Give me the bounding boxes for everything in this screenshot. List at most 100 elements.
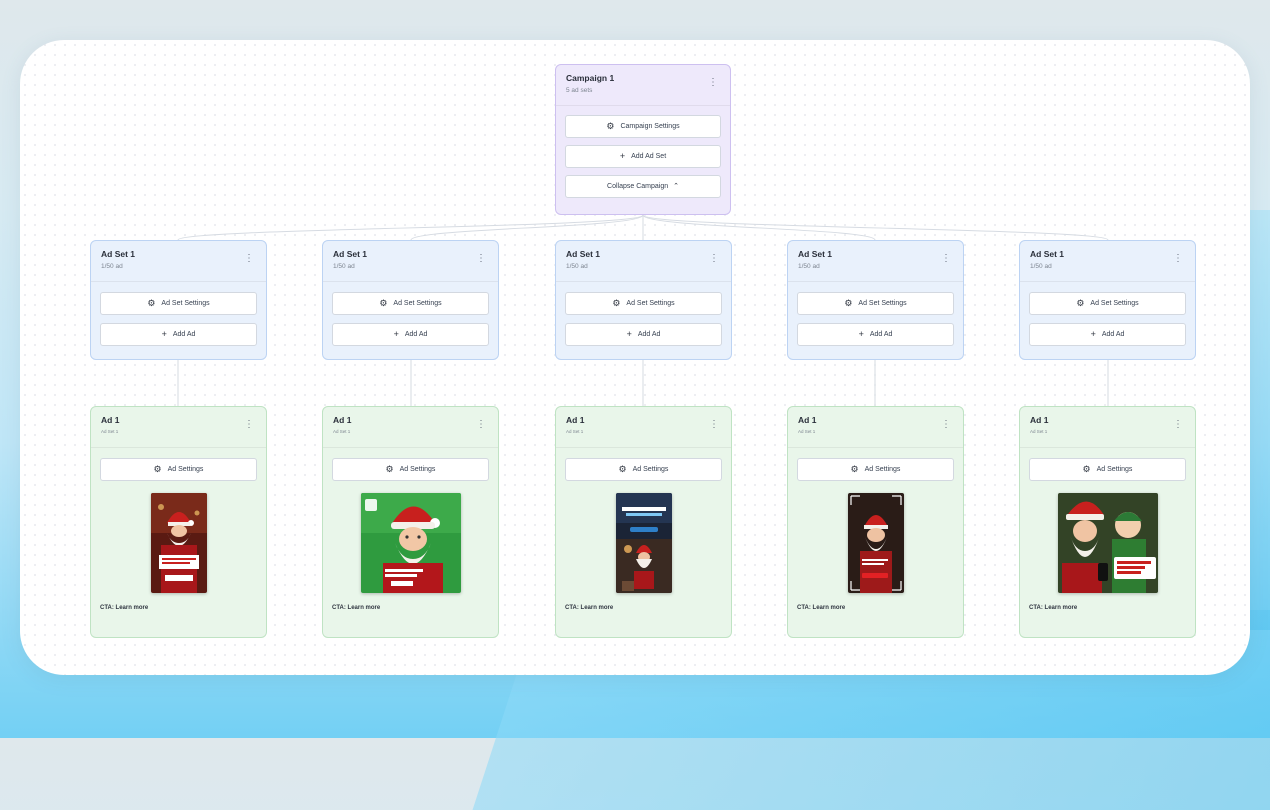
- add-ad-label: Add Ad: [404, 331, 428, 338]
- ad-set-header: Ad Set 1 1/50 ad ⋮: [1020, 241, 1195, 281]
- campaign-header: Campaign 1 5 ad sets ⋮: [556, 65, 730, 105]
- ad-subtitle: Ad Set 1: [798, 429, 816, 434]
- ad-creative-image[interactable]: [1057, 493, 1158, 593]
- ad-set-node[interactable]: Ad Set 1 1/50 ad ⋮ ⚙ Ad Set Settings + A…: [787, 240, 964, 360]
- ad-settings-button[interactable]: ⚙ Ad Settings: [797, 458, 954, 481]
- ad-set-subtitle: 1/50 ad: [101, 263, 123, 270]
- add-ad-button[interactable]: + Add Ad: [332, 323, 489, 346]
- ad-set-header: Ad Set 1 1/50 ad ⋮: [788, 241, 963, 281]
- kebab-menu-icon[interactable]: ⋮: [1173, 420, 1183, 430]
- kebab-menu-icon[interactable]: ⋮: [941, 420, 951, 430]
- ad-node[interactable]: Ad 1 Ad Set 1 ⋮ ⚙ Ad Settings CTA: Learn…: [1019, 406, 1196, 638]
- campaign-title: Campaign 1: [566, 73, 615, 83]
- ad-creative-image[interactable]: [150, 493, 207, 593]
- campaign-settings-button[interactable]: ⚙ Campaign Settings: [565, 115, 721, 138]
- ad-settings-label: Ad Settings: [864, 466, 901, 473]
- ad-set-header: Ad Set 1 1/50 ad ⋮: [91, 241, 266, 281]
- kebab-menu-icon[interactable]: ⋮: [476, 420, 486, 430]
- ad-set-settings-label: Ad Set Settings: [161, 300, 210, 307]
- gear-icon: ⚙: [618, 464, 627, 474]
- ad-set-subtitle: 1/50 ad: [566, 263, 588, 270]
- ad-settings-label: Ad Settings: [1096, 466, 1133, 473]
- campaign-settings-label: Campaign Settings: [620, 123, 680, 130]
- add-ad-button[interactable]: + Add Ad: [100, 323, 257, 346]
- ad-settings-button[interactable]: ⚙ Ad Settings: [100, 458, 257, 481]
- ad-title: Ad 1: [798, 415, 817, 425]
- ad-set-settings-button[interactable]: ⚙ Ad Set Settings: [1029, 292, 1186, 315]
- add-ad-set-label: Add Ad Set: [631, 153, 667, 160]
- ad-cta: CTA: Learn more: [1029, 605, 1078, 611]
- kebab-menu-icon[interactable]: ⋮: [941, 254, 951, 264]
- ad-set-settings-button[interactable]: ⚙ Ad Set Settings: [797, 292, 954, 315]
- ad-set-settings-label: Ad Set Settings: [393, 300, 442, 307]
- ad-set-settings-label: Ad Set Settings: [1090, 300, 1139, 307]
- gear-icon: ⚙: [385, 464, 394, 474]
- ad-title: Ad 1: [1030, 415, 1049, 425]
- plus-icon: +: [161, 329, 167, 339]
- ad-node[interactable]: Ad 1 Ad Set 1 ⋮ ⚙ Ad Settings CTA: Learn…: [555, 406, 732, 638]
- plus-icon: +: [626, 329, 632, 339]
- kebab-menu-icon[interactable]: ⋮: [1173, 254, 1183, 264]
- ad-set-actions: ⚙ Ad Set Settings + Add Ad: [91, 281, 266, 346]
- ad-set-actions: ⚙ Ad Set Settings + Add Ad: [788, 281, 963, 346]
- gear-icon: ⚙: [1082, 464, 1091, 474]
- ad-set-node[interactable]: Ad Set 1 1/50 ad ⋮ ⚙ Ad Set Settings + A…: [555, 240, 732, 360]
- ad-subtitle: Ad Set 1: [1030, 429, 1048, 434]
- ad-content: ⚙ Ad Settings CTA: Learn more: [556, 447, 731, 611]
- ad-set-subtitle: 1/50 ad: [798, 263, 820, 270]
- ad-set-node[interactable]: Ad Set 1 1/50 ad ⋮ ⚙ Ad Set Settings + A…: [1019, 240, 1196, 360]
- add-ad-button[interactable]: + Add Ad: [797, 323, 954, 346]
- ad-node[interactable]: Ad 1 Ad Set 1 ⋮ ⚙ Ad Settings CTA: Learn…: [322, 406, 499, 638]
- collapse-campaign-button[interactable]: Collapse Campaign ⌃: [565, 175, 721, 198]
- ad-set-title: Ad Set 1: [1030, 249, 1065, 259]
- plus-icon: +: [619, 151, 626, 161]
- add-ad-set-button[interactable]: + Add Ad Set: [565, 145, 721, 168]
- ad-subtitle: Ad Set 1: [333, 429, 351, 434]
- ad-subtitle: Ad Set 1: [101, 429, 119, 434]
- ad-settings-button[interactable]: ⚙ Ad Settings: [332, 458, 489, 481]
- add-ad-button[interactable]: + Add Ad: [565, 323, 722, 346]
- ad-settings-button[interactable]: ⚙ Ad Settings: [1029, 458, 1186, 481]
- kebab-menu-icon[interactable]: ⋮: [709, 254, 719, 264]
- ad-set-actions: ⚙ Ad Set Settings + Add Ad: [323, 281, 498, 346]
- kebab-menu-icon[interactable]: ⋮: [709, 420, 719, 430]
- ad-set-header: Ad Set 1 1/50 ad ⋮: [323, 241, 498, 281]
- gear-icon: ⚙: [1076, 298, 1085, 308]
- ad-set-subtitle: 1/50 ad: [1030, 263, 1052, 270]
- ad-node[interactable]: Ad 1 Ad Set 1 ⋮ ⚙ Ad Settings CTA: Learn…: [90, 406, 267, 638]
- kebab-menu-icon[interactable]: ⋮: [708, 78, 718, 88]
- add-ad-label: Add Ad: [172, 331, 196, 338]
- ad-node[interactable]: Ad 1 Ad Set 1 ⋮ ⚙ Ad Settings CTA: Learn…: [787, 406, 964, 638]
- ad-set-title: Ad Set 1: [566, 249, 601, 259]
- ad-creative-image[interactable]: [847, 493, 904, 593]
- ad-header: Ad 1 Ad Set 1 ⋮: [788, 407, 963, 447]
- add-ad-button[interactable]: + Add Ad: [1029, 323, 1186, 346]
- kebab-menu-icon[interactable]: ⋮: [476, 254, 486, 264]
- ad-set-settings-button[interactable]: ⚙ Ad Set Settings: [100, 292, 257, 315]
- ad-creative-image[interactable]: [360, 493, 461, 593]
- ad-set-title: Ad Set 1: [333, 249, 368, 259]
- gear-icon: ⚙: [606, 121, 615, 131]
- kebab-menu-icon[interactable]: ⋮: [244, 254, 254, 264]
- ad-subtitle: Ad Set 1: [566, 429, 584, 434]
- gear-icon: ⚙: [850, 464, 859, 474]
- kebab-menu-icon[interactable]: ⋮: [244, 420, 254, 430]
- ad-set-subtitle: 1/50 ad: [333, 263, 355, 270]
- ad-set-settings-button[interactable]: ⚙ Ad Set Settings: [332, 292, 489, 315]
- gear-icon: ⚙: [147, 298, 156, 308]
- ad-settings-button[interactable]: ⚙ Ad Settings: [565, 458, 722, 481]
- ad-set-actions: ⚙ Ad Set Settings + Add Ad: [556, 281, 731, 346]
- add-ad-label: Add Ad: [1101, 331, 1125, 338]
- ad-creative-image[interactable]: [615, 493, 672, 593]
- ad-settings-label: Ad Settings: [632, 466, 669, 473]
- campaign-node[interactable]: Campaign 1 5 ad sets ⋮ ⚙ Campaign Settin…: [555, 64, 731, 215]
- ad-set-settings-label: Ad Set Settings: [626, 300, 675, 307]
- ad-cta: CTA: Learn more: [100, 605, 149, 611]
- ad-set-node[interactable]: Ad Set 1 1/50 ad ⋮ ⚙ Ad Set Settings + A…: [322, 240, 499, 360]
- ad-set-node[interactable]: Ad Set 1 1/50 ad ⋮ ⚙ Ad Set Settings + A…: [90, 240, 267, 360]
- ad-set-settings-button[interactable]: ⚙ Ad Set Settings: [565, 292, 722, 315]
- plus-icon: +: [393, 329, 399, 339]
- collapse-campaign-label: Collapse Campaign: [607, 183, 669, 190]
- ad-header: Ad 1 Ad Set 1 ⋮: [1020, 407, 1195, 447]
- ad-title: Ad 1: [566, 415, 585, 425]
